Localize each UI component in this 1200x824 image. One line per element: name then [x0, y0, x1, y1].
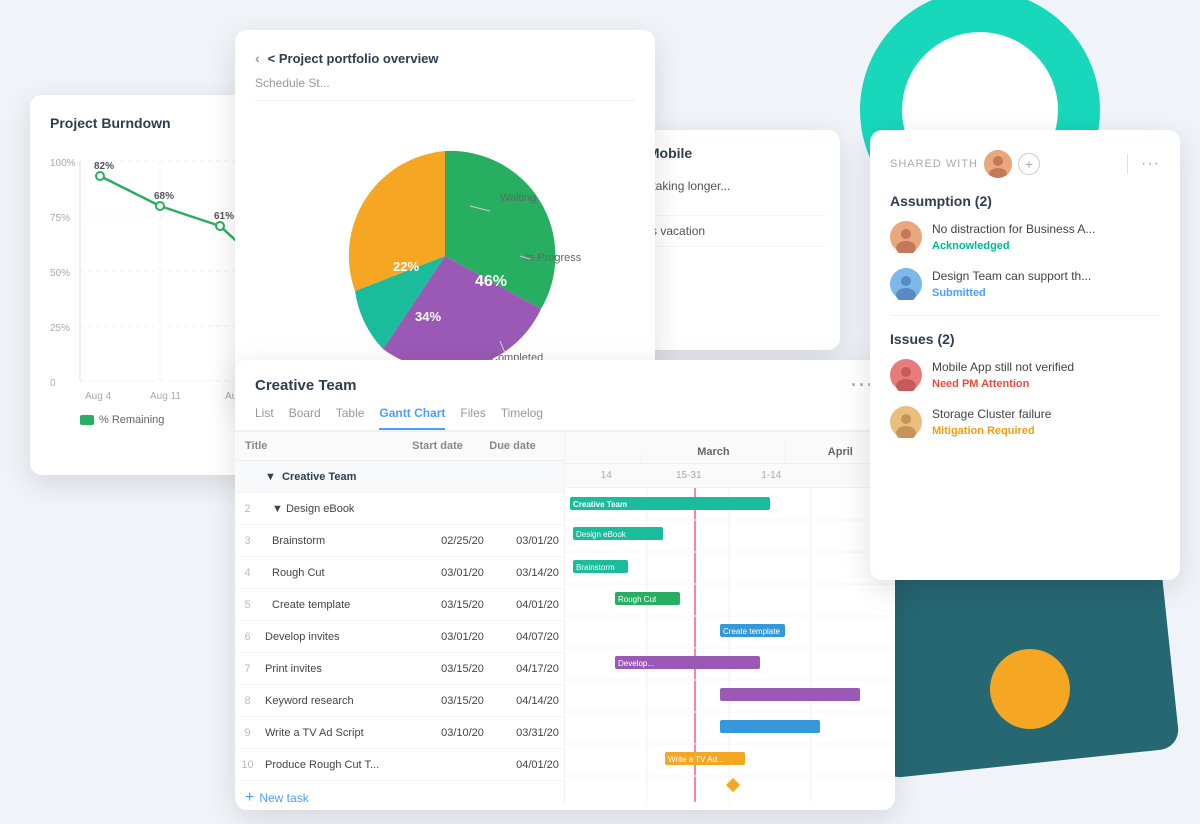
add-user-button[interactable]: + — [1018, 153, 1040, 175]
svg-text:Waiting: Waiting — [500, 192, 536, 204]
svg-text:Design eBook: Design eBook — [576, 530, 627, 539]
avatar-user — [984, 150, 1012, 178]
gantt-card: Creative Team ··· List Board Table Gantt… — [235, 360, 895, 810]
issue-status-1: Need PM Attention — [932, 378, 1074, 390]
avatar-1 — [890, 221, 922, 253]
shared-with-label: SHARED WITH — [890, 158, 978, 170]
gantt-tabs: List Board Table Gantt Chart Files Timel… — [235, 396, 895, 432]
svg-text:Write a TV Ad...: Write a TV Ad... — [668, 755, 724, 764]
svg-text:Aug 4: Aug 4 — [85, 391, 112, 402]
pie-chart-area: 46% 34% 22% Waiting In Progress Complete… — [255, 116, 635, 396]
tab-files[interactable]: Files — [460, 406, 485, 430]
svg-text:82%: 82% — [94, 161, 114, 172]
svg-text:0: 0 — [50, 378, 56, 389]
svg-text:Brainstorm: Brainstorm — [576, 563, 615, 572]
table-row: 5 Create template 03/15/20 04/01/20 — [235, 589, 564, 621]
svg-text:46%: 46% — [475, 273, 507, 290]
table-row: 8 Keyword research 03/15/20 04/14/20 — [235, 685, 564, 717]
tab-timelog[interactable]: Timelog — [501, 406, 543, 430]
svg-text:75%: 75% — [50, 213, 70, 224]
table-row: 3 Brainstorm 02/25/20 03/01/20 — [235, 525, 564, 557]
avatar-2 — [890, 268, 922, 300]
svg-text:In Progress: In Progress — [525, 252, 582, 264]
issue-item-1: Mobile App still not verified Need PM At… — [890, 359, 1160, 391]
gantt-chart-area: March April 14 15-31 1-14 — [565, 432, 895, 802]
svg-text:Rough Cut: Rough Cut — [618, 595, 657, 604]
svg-text:68%: 68% — [154, 191, 174, 202]
svg-text:34%: 34% — [415, 309, 441, 324]
assumption-item-1: No distraction for Business A... Acknowl… — [890, 221, 1160, 253]
new-task-button[interactable]: + New task — [235, 781, 564, 802]
bg-yellow-circle — [990, 649, 1070, 729]
col-title-header: Title — [235, 432, 400, 460]
panel-header: SHARED WITH + ··· — [890, 150, 1160, 178]
col-start-header: Start date — [400, 432, 475, 460]
col-due-header: Due date — [475, 432, 550, 460]
avatar-4 — [890, 406, 922, 438]
svg-text:Creative Team: Creative Team — [573, 500, 627, 509]
gantt-task-list: Title Start date Due date ▼ Creative Tea… — [235, 432, 565, 802]
svg-text:25%: 25% — [50, 323, 70, 334]
table-row: 9 Write a TV Ad Script 03/10/20 03/31/20 — [235, 717, 564, 749]
svg-text:Aug 11: Aug 11 — [150, 391, 181, 402]
svg-text:50%: 50% — [50, 268, 70, 279]
svg-text:Create template: Create template — [723, 627, 780, 636]
issues-section-title: Issues (2) — [890, 331, 1160, 347]
section-divider — [890, 315, 1160, 316]
right-panel: SHARED WITH + ··· Assumption (2) No dist… — [870, 130, 1180, 580]
gantt-col-headers: Title Start date Due date — [235, 432, 564, 461]
svg-text:22%: 22% — [393, 259, 419, 274]
issue-status-2: Mitigation Required — [932, 425, 1051, 437]
issue-item-2: Storage Cluster failure Mitigation Requi… — [890, 406, 1160, 438]
gantt-title: Creative Team ··· — [255, 375, 875, 396]
svg-text:Develop...: Develop... — [618, 659, 654, 668]
gantt-content: Title Start date Due date ▼ Creative Tea… — [235, 432, 895, 802]
burndown-legend: % Remaining — [80, 414, 164, 426]
portfolio-title: < Project portfolio overview — [268, 51, 439, 66]
assumption-item-2: Design Team can support th... Submitted — [890, 268, 1160, 300]
legend-label: % Remaining — [99, 414, 164, 426]
assumption-status-2: Submitted — [932, 287, 1091, 299]
more-options-button[interactable]: ··· — [1141, 155, 1160, 173]
portfolio-header: ‹ < Project portfolio overview — [255, 50, 635, 66]
tab-gantt-chart[interactable]: Gantt Chart — [379, 406, 445, 430]
assumption-text-2: Design Team can support th... — [932, 268, 1091, 285]
portfolio-subtitle: Schedule St... — [255, 76, 635, 101]
table-row: 4 Rough Cut 03/01/20 03/14/20 — [235, 557, 564, 589]
shared-row: SHARED WITH + — [890, 150, 1040, 178]
gantt-header: Creative Team ··· — [235, 360, 895, 396]
table-row: 6 Develop invites 03/01/20 04/07/20 — [235, 621, 564, 653]
table-row: 7 Print invites 03/15/20 04/17/20 — [235, 653, 564, 685]
month-march: March — [642, 441, 785, 463]
portfolio-card: ‹ < Project portfolio overview Schedule … — [235, 30, 655, 410]
issue-text-2: Storage Cluster failure — [932, 406, 1051, 423]
plus-icon: + — [245, 789, 254, 802]
assumption-status-1: Acknowledged — [932, 240, 1095, 252]
separator — [1127, 154, 1128, 174]
tab-list[interactable]: List — [255, 406, 274, 430]
tab-board[interactable]: Board — [289, 406, 321, 430]
table-row: ▼ Creative Team — [235, 461, 564, 493]
svg-text:100%: 100% — [50, 158, 76, 169]
svg-text:61%: 61% — [214, 211, 234, 222]
gantt-bars-svg: Creative Team Design eBook Brainstorm Ro… — [565, 488, 895, 802]
table-row: 10 Produce Rough Cut T... 04/01/20 — [235, 749, 564, 781]
back-arrow[interactable]: ‹ — [255, 50, 260, 66]
table-row: 2 ▼ Design eBook — [235, 493, 564, 525]
new-task-label: New task — [259, 791, 308, 802]
gantt-date-subrow: 14 15-31 1-14 — [565, 464, 895, 488]
tab-table[interactable]: Table — [336, 406, 365, 430]
avatar-3 — [890, 359, 922, 391]
gantt-month-row: March April — [565, 432, 895, 464]
assumption-text-1: No distraction for Business A... — [932, 221, 1095, 238]
issue-text-1: Mobile App still not verified — [932, 359, 1074, 376]
assumption-section-title: Assumption (2) — [890, 193, 1160, 209]
